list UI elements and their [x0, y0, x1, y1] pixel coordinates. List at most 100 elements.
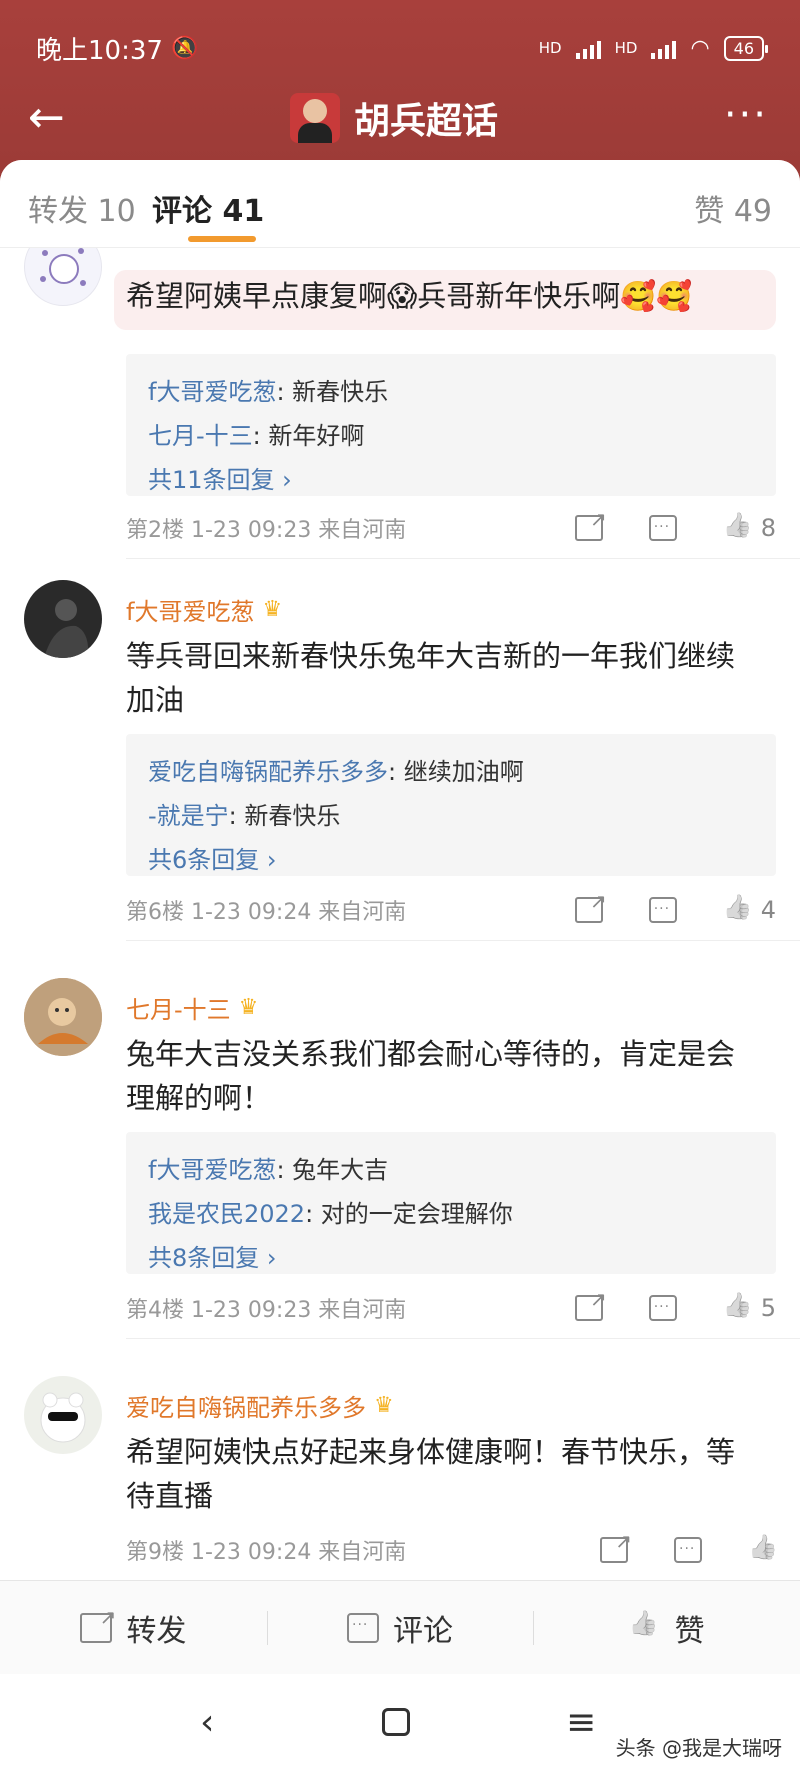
comment-item: 七月-十三 ♛ 兔年大吉没关系我们都会耐心等待的，肯定是会理解的啊！ f大哥爱吃葱… — [0, 976, 800, 1339]
avatar[interactable] — [24, 248, 102, 306]
comment-meta: 第4楼 1-23 09:23 来自河南 5 — [126, 1287, 776, 1328]
status-time: 晚上10:37 — [36, 35, 163, 66]
comment-icon — [648, 1295, 677, 1321]
comment-list[interactable]: 希望阿姨早点康复啊😱兵哥新年快乐啊🥰🥰 f大哥爱吃葱: 新春快乐 七月-十三: … — [0, 248, 800, 1778]
comment-text: 等兵哥回来新春快乐兔年大吉新的一年我们继续加油 — [126, 639, 736, 717]
comment-text: 希望阿姨快点好起来身体健康啊！春节快乐，等待直播 — [126, 1435, 736, 1513]
repost-action-button[interactable]: 转发 — [0, 1581, 267, 1674]
reply-item: f大哥爱吃葱: 兔年大吉 — [148, 1148, 754, 1192]
comment-icon — [674, 1537, 702, 1563]
signal-icon — [575, 37, 601, 59]
repost-button[interactable] — [574, 1287, 607, 1321]
tab-likes[interactable]: 赞 49 — [694, 186, 772, 230]
system-menu-icon[interactable]: ≡ — [566, 1702, 596, 1743]
like-count: 8 — [760, 514, 776, 542]
divider — [126, 1338, 800, 1339]
like-button[interactable]: 8 — [723, 514, 776, 542]
reply-text: : 兔年大吉 — [276, 1156, 389, 1184]
reply-item: 爱吃自嗨锅配养乐多多: 继续加油啊 — [148, 750, 754, 794]
comment-meta: 第2楼 1-23 09:23 来自河南 8 — [126, 507, 776, 548]
like-button[interactable]: 4 — [723, 896, 776, 924]
network-label: HD — [538, 39, 562, 57]
comment-author[interactable]: 爱吃自嗨锅配养乐多多 ♛ — [126, 1388, 394, 1423]
reply-box[interactable]: 爱吃自嗨锅配养乐多多: 继续加油啊 -就是宁: 新春快乐 共6条回复 › — [126, 734, 776, 876]
like-button[interactable]: 5 — [723, 1294, 776, 1322]
system-navigation-bar: ‹ ≡ 头条 @我是大瑞呀 — [0, 1674, 800, 1778]
share-icon — [600, 1529, 632, 1563]
reply-item: 七月-十三: 新年好啊 — [148, 414, 754, 458]
watermark: 头条 @我是大瑞呀 — [615, 1736, 782, 1760]
comment-icon — [648, 515, 677, 541]
reply-item: f大哥爱吃葱: 新春快乐 — [148, 370, 754, 414]
page-title: 胡兵超话 — [354, 101, 499, 142]
avatar[interactable] — [24, 580, 102, 658]
mute-icon: 🔕 — [170, 35, 199, 61]
reply-button[interactable] — [674, 1537, 702, 1563]
share-icon — [80, 1605, 116, 1643]
share-icon — [574, 889, 607, 923]
reply-box[interactable]: f大哥爱吃葱: 新春快乐 七月-十三: 新年好啊 共11条回复 › — [126, 354, 776, 496]
tab-comments[interactable]: 评论 41 — [152, 186, 264, 230]
thumbs-up-icon — [723, 515, 751, 541]
reply-item: 我是农民2022: 对的一定会理解你 — [148, 1192, 754, 1236]
network-label: HD — [614, 39, 638, 57]
repost-label: 转发 — [126, 1613, 187, 1649]
system-back-icon[interactable]: ‹ — [200, 1702, 214, 1743]
like-button[interactable] — [748, 1537, 776, 1563]
tab-bar: 转发 10 评论 41 赞 49 — [0, 160, 800, 248]
avatar[interactable] — [24, 978, 102, 1056]
repost-button[interactable] — [600, 1529, 632, 1563]
divider — [126, 940, 800, 941]
back-arrow-icon[interactable]: ← — [28, 96, 65, 140]
tab-reposts[interactable]: 转发 10 — [28, 186, 136, 230]
wifi-icon: ◠ — [690, 35, 710, 61]
comment-label: 评论 — [393, 1613, 453, 1649]
comment-action-button[interactable]: 评论 — [266, 1581, 534, 1674]
crown-badge-icon: ♛ — [374, 1393, 394, 1418]
reply-item: -就是宁: 新春快乐 — [148, 794, 754, 838]
reply-button[interactable] — [648, 515, 677, 541]
reply-text: : 对的一定会理解你 — [305, 1200, 513, 1228]
view-all-replies-link[interactable]: 共6条回复 › — [148, 838, 754, 882]
thumbs-up-icon — [723, 897, 751, 923]
reply-button[interactable] — [648, 1295, 677, 1321]
comment-author[interactable]: f大哥爱吃葱 ♛ — [126, 592, 282, 627]
reply-author[interactable]: -就是宁 — [148, 802, 229, 830]
repost-button[interactable] — [574, 507, 607, 541]
like-count: 5 — [760, 1294, 776, 1322]
view-all-replies-link[interactable]: 共8条回复 › — [148, 1236, 754, 1280]
comment-author[interactable]: 七月-十三 ♛ — [126, 990, 258, 1025]
bottom-action-bar: 转发 评论 赞 — [0, 1580, 800, 1674]
like-action-button[interactable]: 赞 — [533, 1581, 800, 1674]
more-options-icon[interactable]: ··· — [724, 92, 768, 138]
reply-author[interactable]: f大哥爱吃葱 — [148, 1156, 276, 1184]
share-icon — [574, 1287, 607, 1321]
reply-author[interactable]: f大哥爱吃葱 — [148, 378, 276, 406]
comment-item: 希望阿姨早点康复啊😱兵哥新年快乐啊🥰🥰 f大哥爱吃葱: 新春快乐 七月-十三: … — [0, 248, 800, 559]
thumbs-up-icon — [748, 1537, 776, 1563]
reply-author[interactable]: 七月-十三 — [148, 422, 253, 450]
divider — [126, 558, 800, 559]
reply-author[interactable]: 爱吃自嗨锅配养乐多多 — [148, 758, 388, 786]
floor-time-location: 第2楼 1-23 09:23 来自河南 — [126, 518, 407, 543]
floor-time-location: 第4楼 1-23 09:23 来自河南 — [126, 1298, 407, 1323]
repost-button[interactable] — [574, 889, 607, 923]
thumbs-up-icon — [629, 1613, 661, 1643]
view-all-replies-link[interactable]: 共11条回复 › — [148, 458, 754, 502]
reply-text: : 继续加油啊 — [388, 758, 524, 786]
like-count: 4 — [760, 896, 776, 924]
navigation-bar: ← 胡兵超话 ··· — [0, 86, 800, 150]
page-title-group[interactable]: 胡兵超话 — [290, 92, 498, 144]
reply-box[interactable]: f大哥爱吃葱: 兔年大吉 我是农民2022: 对的一定会理解你 共8条回复 › — [126, 1132, 776, 1274]
crown-badge-icon: ♛ — [238, 995, 259, 1020]
author-name: 七月-十三 — [126, 996, 231, 1024]
reply-button[interactable] — [648, 897, 677, 923]
status-bar: 晚上10:37 🔕 HD HD ◠ 46 — [36, 26, 769, 70]
topic-avatar — [290, 93, 340, 143]
system-home-icon[interactable] — [382, 1708, 410, 1736]
reply-author[interactable]: 我是农民2022 — [148, 1200, 305, 1228]
battery-icon: 46 — [723, 35, 769, 61]
floor-time-location: 第9楼 1-23 09:24 来自河南 — [126, 1540, 407, 1565]
avatar[interactable] — [24, 1376, 102, 1454]
comment-text: 兔年大吉没关系我们都会耐心等待的，肯定是会理解的啊！ — [126, 1037, 736, 1115]
